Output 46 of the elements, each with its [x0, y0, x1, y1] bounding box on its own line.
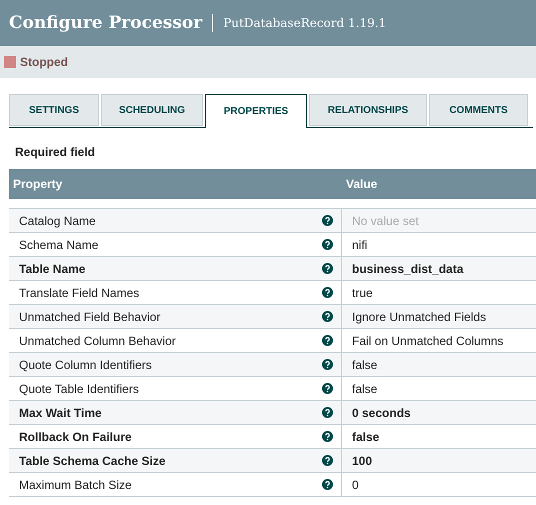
property-value[interactable]: Fail on Unmatched Columns [352, 334, 504, 348]
help-icon[interactable] [322, 479, 333, 490]
tab[interactable]: PROPERTIES [205, 94, 307, 128]
property-name: Maximum Batch Size [19, 478, 132, 492]
property-name: Rollback On Failure [19, 430, 132, 444]
tab[interactable]: SCHEDULING [101, 94, 203, 126]
tab[interactable]: SETTINGS [9, 94, 99, 126]
property-value[interactable]: nifi [352, 238, 368, 252]
property-value[interactable]: 100 [352, 454, 372, 468]
column-header: Property [12, 177, 64, 191]
help-icon[interactable] [322, 287, 333, 298]
property-name: Translate Field Names [19, 286, 140, 300]
property-value[interactable]: false [352, 358, 378, 372]
processor-name: PutDatabaseRecord 1.19.1 [223, 16, 386, 30]
help-icon[interactable] [322, 263, 333, 274]
help-icon[interactable] [322, 311, 333, 322]
property-name: Catalog Name [19, 214, 96, 228]
help-icon[interactable] [322, 407, 333, 418]
property-name: Schema Name [19, 238, 98, 252]
property-name: Quote Column Identifiers [19, 358, 152, 372]
tab[interactable]: RELATIONSHIPS [309, 94, 427, 126]
column-header: Value [345, 177, 378, 191]
property-value[interactable]: 0 seconds [352, 406, 411, 420]
status-label: Stopped [20, 55, 68, 69]
help-icon[interactable] [322, 359, 333, 370]
property-value[interactable]: Ignore Unmatched Fields [352, 310, 486, 324]
help-icon[interactable] [322, 455, 333, 466]
window-title: Configure Processor [9, 13, 202, 33]
property-name: Unmatched Field Behavior [19, 310, 160, 324]
help-icon[interactable] [322, 431, 333, 442]
property-value[interactable]: false [352, 382, 378, 396]
help-icon[interactable] [322, 383, 333, 394]
property-name: Max Wait Time [19, 406, 102, 420]
property-value[interactable]: false [352, 430, 380, 444]
required-field-legend: Required field [15, 145, 536, 159]
property-name: Table Schema Cache Size [19, 454, 166, 468]
property-name: Quote Table Identifiers [19, 382, 139, 396]
property-value[interactable]: 0 [352, 478, 359, 492]
help-icon[interactable] [322, 335, 333, 346]
help-icon[interactable] [322, 215, 333, 226]
property-value[interactable]: business_dist_data [352, 262, 464, 276]
help-icon[interactable] [322, 239, 333, 250]
property-value[interactable]: true [352, 286, 373, 300]
property-name: Unmatched Column Behavior [19, 334, 176, 348]
tab[interactable]: COMMENTS [429, 94, 528, 126]
property-name: Table Name [19, 262, 86, 276]
